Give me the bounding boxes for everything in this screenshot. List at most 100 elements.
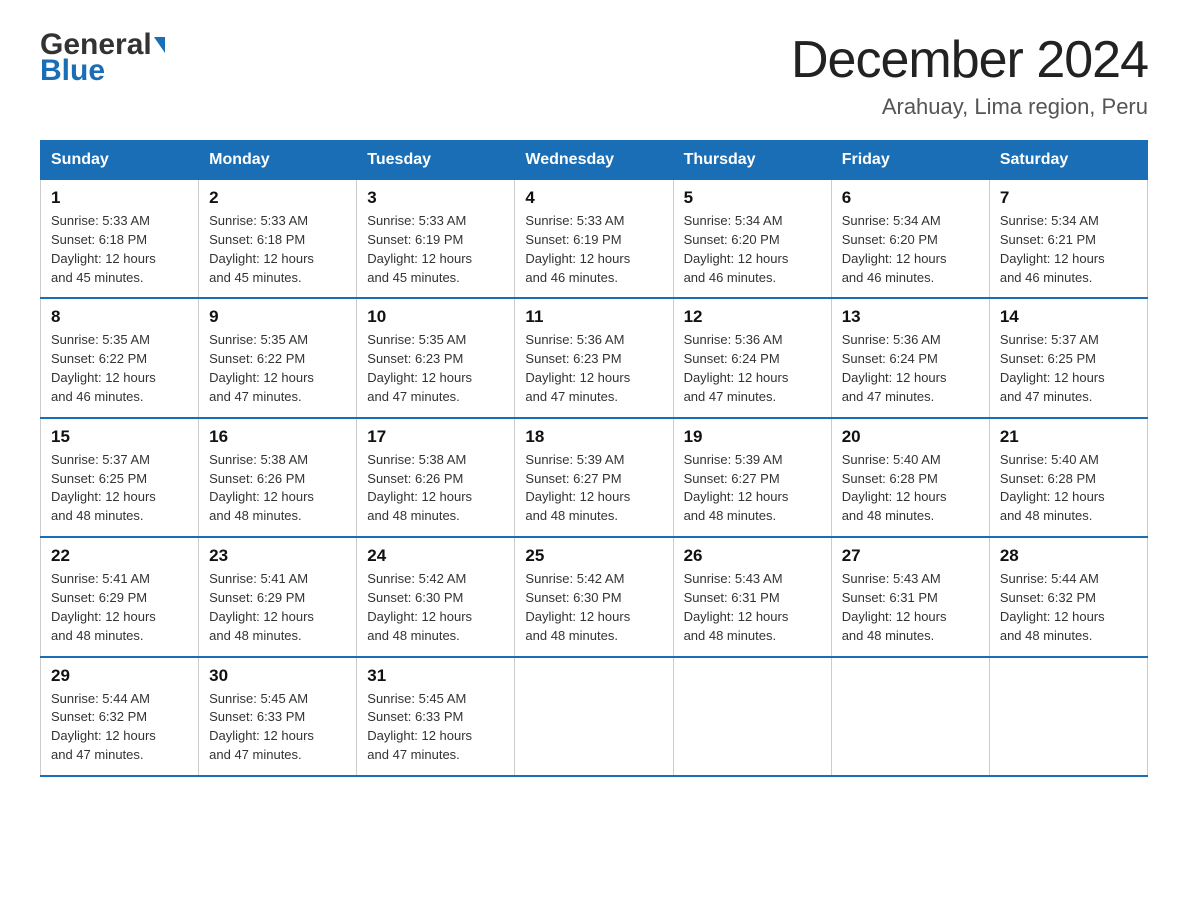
day-cell-4-0: 29 Sunrise: 5:44 AM Sunset: 6:32 PM Dayl… xyxy=(41,657,199,776)
day-info: Sunrise: 5:43 AM Sunset: 6:31 PM Dayligh… xyxy=(684,570,821,645)
day-info: Sunrise: 5:41 AM Sunset: 6:29 PM Dayligh… xyxy=(51,570,188,645)
day-cell-4-4 xyxy=(673,657,831,776)
day-number: 11 xyxy=(525,307,662,327)
day-number: 24 xyxy=(367,546,504,566)
day-cell-4-1: 30 Sunrise: 5:45 AM Sunset: 6:33 PM Dayl… xyxy=(199,657,357,776)
day-number: 4 xyxy=(525,188,662,208)
week-row-4: 22 Sunrise: 5:41 AM Sunset: 6:29 PM Dayl… xyxy=(41,537,1148,656)
week-row-3: 15 Sunrise: 5:37 AM Sunset: 6:25 PM Dayl… xyxy=(41,418,1148,537)
day-info: Sunrise: 5:33 AM Sunset: 6:19 PM Dayligh… xyxy=(367,212,504,287)
day-info: Sunrise: 5:33 AM Sunset: 6:18 PM Dayligh… xyxy=(209,212,346,287)
day-cell-4-6 xyxy=(989,657,1147,776)
day-cell-0-1: 2 Sunrise: 5:33 AM Sunset: 6:18 PM Dayli… xyxy=(199,180,357,299)
title-section: December 2024 Arahuay, Lima region, Peru xyxy=(791,30,1148,120)
page-header: General Blue December 2024 Arahuay, Lima… xyxy=(40,30,1148,120)
day-cell-0-3: 4 Sunrise: 5:33 AM Sunset: 6:19 PM Dayli… xyxy=(515,180,673,299)
day-info: Sunrise: 5:38 AM Sunset: 6:26 PM Dayligh… xyxy=(367,451,504,526)
day-number: 31 xyxy=(367,666,504,686)
header-tuesday: Tuesday xyxy=(357,141,515,180)
day-info: Sunrise: 5:43 AM Sunset: 6:31 PM Dayligh… xyxy=(842,570,979,645)
day-number: 5 xyxy=(684,188,821,208)
day-number: 3 xyxy=(367,188,504,208)
day-number: 9 xyxy=(209,307,346,327)
day-cell-4-3 xyxy=(515,657,673,776)
day-info: Sunrise: 5:42 AM Sunset: 6:30 PM Dayligh… xyxy=(525,570,662,645)
day-info: Sunrise: 5:45 AM Sunset: 6:33 PM Dayligh… xyxy=(367,690,504,765)
day-info: Sunrise: 5:44 AM Sunset: 6:32 PM Dayligh… xyxy=(51,690,188,765)
day-cell-2-4: 19 Sunrise: 5:39 AM Sunset: 6:27 PM Dayl… xyxy=(673,418,831,537)
day-cell-3-3: 25 Sunrise: 5:42 AM Sunset: 6:30 PM Dayl… xyxy=(515,537,673,656)
day-info: Sunrise: 5:35 AM Sunset: 6:23 PM Dayligh… xyxy=(367,331,504,406)
header-saturday: Saturday xyxy=(989,141,1147,180)
day-cell-0-2: 3 Sunrise: 5:33 AM Sunset: 6:19 PM Dayli… xyxy=(357,180,515,299)
header-sunday: Sunday xyxy=(41,141,199,180)
day-info: Sunrise: 5:33 AM Sunset: 6:19 PM Dayligh… xyxy=(525,212,662,287)
day-info: Sunrise: 5:34 AM Sunset: 6:20 PM Dayligh… xyxy=(842,212,979,287)
header-monday: Monday xyxy=(199,141,357,180)
day-number: 19 xyxy=(684,427,821,447)
day-number: 27 xyxy=(842,546,979,566)
day-number: 10 xyxy=(367,307,504,327)
day-cell-4-5 xyxy=(831,657,989,776)
day-info: Sunrise: 5:34 AM Sunset: 6:21 PM Dayligh… xyxy=(1000,212,1137,287)
day-info: Sunrise: 5:40 AM Sunset: 6:28 PM Dayligh… xyxy=(842,451,979,526)
location-title: Arahuay, Lima region, Peru xyxy=(791,94,1148,120)
day-number: 16 xyxy=(209,427,346,447)
day-info: Sunrise: 5:40 AM Sunset: 6:28 PM Dayligh… xyxy=(1000,451,1137,526)
day-info: Sunrise: 5:37 AM Sunset: 6:25 PM Dayligh… xyxy=(1000,331,1137,406)
day-cell-1-4: 12 Sunrise: 5:36 AM Sunset: 6:24 PM Dayl… xyxy=(673,298,831,417)
day-info: Sunrise: 5:39 AM Sunset: 6:27 PM Dayligh… xyxy=(684,451,821,526)
day-info: Sunrise: 5:35 AM Sunset: 6:22 PM Dayligh… xyxy=(209,331,346,406)
header-friday: Friday xyxy=(831,141,989,180)
day-number: 15 xyxy=(51,427,188,447)
day-number: 29 xyxy=(51,666,188,686)
day-info: Sunrise: 5:45 AM Sunset: 6:33 PM Dayligh… xyxy=(209,690,346,765)
day-number: 21 xyxy=(1000,427,1137,447)
day-cell-3-1: 23 Sunrise: 5:41 AM Sunset: 6:29 PM Dayl… xyxy=(199,537,357,656)
week-row-1: 1 Sunrise: 5:33 AM Sunset: 6:18 PM Dayli… xyxy=(41,180,1148,299)
day-cell-3-5: 27 Sunrise: 5:43 AM Sunset: 6:31 PM Dayl… xyxy=(831,537,989,656)
logo-blue: Blue xyxy=(40,56,165,86)
day-cell-2-5: 20 Sunrise: 5:40 AM Sunset: 6:28 PM Dayl… xyxy=(831,418,989,537)
day-cell-1-1: 9 Sunrise: 5:35 AM Sunset: 6:22 PM Dayli… xyxy=(199,298,357,417)
day-info: Sunrise: 5:39 AM Sunset: 6:27 PM Dayligh… xyxy=(525,451,662,526)
day-info: Sunrise: 5:42 AM Sunset: 6:30 PM Dayligh… xyxy=(367,570,504,645)
day-number: 22 xyxy=(51,546,188,566)
day-number: 26 xyxy=(684,546,821,566)
day-cell-2-3: 18 Sunrise: 5:39 AM Sunset: 6:27 PM Dayl… xyxy=(515,418,673,537)
day-cell-2-2: 17 Sunrise: 5:38 AM Sunset: 6:26 PM Dayl… xyxy=(357,418,515,537)
day-cell-2-0: 15 Sunrise: 5:37 AM Sunset: 6:25 PM Dayl… xyxy=(41,418,199,537)
day-number: 13 xyxy=(842,307,979,327)
day-info: Sunrise: 5:36 AM Sunset: 6:23 PM Dayligh… xyxy=(525,331,662,406)
day-cell-0-6: 7 Sunrise: 5:34 AM Sunset: 6:21 PM Dayli… xyxy=(989,180,1147,299)
day-number: 12 xyxy=(684,307,821,327)
day-number: 28 xyxy=(1000,546,1137,566)
day-cell-0-0: 1 Sunrise: 5:33 AM Sunset: 6:18 PM Dayli… xyxy=(41,180,199,299)
logo-triangle-icon xyxy=(154,37,165,53)
day-cell-2-1: 16 Sunrise: 5:38 AM Sunset: 6:26 PM Dayl… xyxy=(199,418,357,537)
day-number: 6 xyxy=(842,188,979,208)
day-cell-3-6: 28 Sunrise: 5:44 AM Sunset: 6:32 PM Dayl… xyxy=(989,537,1147,656)
day-info: Sunrise: 5:36 AM Sunset: 6:24 PM Dayligh… xyxy=(684,331,821,406)
day-number: 25 xyxy=(525,546,662,566)
day-cell-3-0: 22 Sunrise: 5:41 AM Sunset: 6:29 PM Dayl… xyxy=(41,537,199,656)
day-cell-0-4: 5 Sunrise: 5:34 AM Sunset: 6:20 PM Dayli… xyxy=(673,180,831,299)
day-cell-1-3: 11 Sunrise: 5:36 AM Sunset: 6:23 PM Dayl… xyxy=(515,298,673,417)
header-thursday: Thursday xyxy=(673,141,831,180)
day-number: 8 xyxy=(51,307,188,327)
day-cell-1-0: 8 Sunrise: 5:35 AM Sunset: 6:22 PM Dayli… xyxy=(41,298,199,417)
day-cell-2-6: 21 Sunrise: 5:40 AM Sunset: 6:28 PM Dayl… xyxy=(989,418,1147,537)
day-number: 30 xyxy=(209,666,346,686)
day-info: Sunrise: 5:44 AM Sunset: 6:32 PM Dayligh… xyxy=(1000,570,1137,645)
day-info: Sunrise: 5:38 AM Sunset: 6:26 PM Dayligh… xyxy=(209,451,346,526)
week-row-2: 8 Sunrise: 5:35 AM Sunset: 6:22 PM Dayli… xyxy=(41,298,1148,417)
logo: General Blue xyxy=(40,30,165,86)
day-cell-3-4: 26 Sunrise: 5:43 AM Sunset: 6:31 PM Dayl… xyxy=(673,537,831,656)
day-cell-0-5: 6 Sunrise: 5:34 AM Sunset: 6:20 PM Dayli… xyxy=(831,180,989,299)
day-number: 7 xyxy=(1000,188,1137,208)
day-info: Sunrise: 5:36 AM Sunset: 6:24 PM Dayligh… xyxy=(842,331,979,406)
calendar-table: Sunday Monday Tuesday Wednesday Thursday… xyxy=(40,140,1148,777)
day-number: 17 xyxy=(367,427,504,447)
day-number: 14 xyxy=(1000,307,1137,327)
day-number: 18 xyxy=(525,427,662,447)
